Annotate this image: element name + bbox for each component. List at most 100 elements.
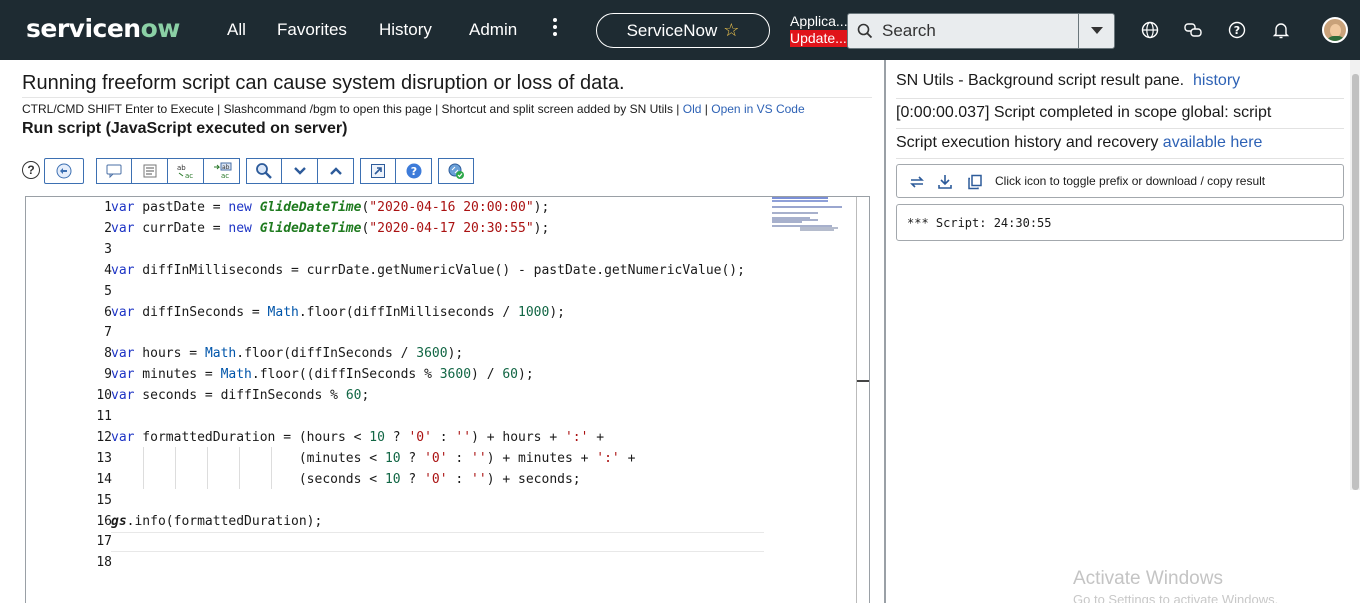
activate-windows-subtitle: Go to Settings to activate Windows.: [1073, 592, 1279, 603]
download-icon[interactable]: [937, 174, 953, 190]
hint-text: CTRL/CMD SHIFT Enter to Execute | Slashc…: [22, 102, 683, 116]
svg-text:?: ?: [1234, 24, 1240, 37]
nav-history[interactable]: History: [379, 20, 432, 40]
line-number: 8: [104, 346, 112, 362]
scroll-thumb[interactable]: [857, 380, 869, 382]
code-line[interactable]: var diffInMilliseconds = currDate.getNum…: [111, 263, 745, 278]
fold-button[interactable]: [282, 158, 318, 184]
result-pane-title: SN Utils - Background script result pane…: [896, 72, 1241, 89]
line-number: 12: [96, 429, 112, 445]
nav-favorites[interactable]: Favorites: [277, 20, 347, 40]
svg-text:ac: ac: [185, 172, 193, 180]
script-editor-pane: Running freeform script can cause system…: [0, 60, 884, 603]
line-number: 7: [104, 325, 112, 341]
code-line[interactable]: var currDate = new GlideDateTime("2020-0…: [111, 221, 549, 236]
history-link[interactable]: history: [1193, 72, 1240, 89]
result-scrollbar[interactable]: [1350, 60, 1360, 490]
toggle-instructions: Click icon to toggle prefix or download …: [995, 174, 1266, 188]
more-menu-icon[interactable]: [550, 18, 560, 39]
hint-separator: |: [701, 102, 712, 116]
bell-icon[interactable]: [1271, 20, 1291, 40]
code-line[interactable]: gs.info(formattedDuration);: [111, 514, 322, 529]
line-number: 4: [104, 262, 112, 278]
line-number: 16: [96, 513, 112, 529]
top-navigation-bar: servicenow All Favorites History Admin S…: [0, 0, 1360, 60]
application-picker[interactable]: Applica... Update...: [790, 13, 848, 47]
line-number: 3: [104, 241, 112, 257]
format-code-button[interactable]: [132, 158, 168, 184]
result-output-box: *** Script: 24:30:55: [896, 204, 1344, 241]
svg-text:?: ?: [410, 165, 416, 178]
star-icon[interactable]: ☆: [723, 20, 739, 41]
line-number: 10: [96, 388, 112, 404]
code-line[interactable]: (minutes < 10 ? '0' : '') + minutes + ':…: [111, 451, 636, 466]
divider: [22, 97, 872, 98]
code-line[interactable]: var formattedDuration = (hours < 10 ? '0…: [111, 430, 604, 445]
chevron-down-icon[interactable]: [1078, 14, 1114, 48]
code-line[interactable]: var diffInSeconds = Math.floor(diffInMil…: [111, 305, 565, 320]
activate-windows-title: Activate Windows: [1073, 568, 1223, 589]
code-line[interactable]: var minutes = Math.floor((diffInSeconds …: [111, 367, 534, 382]
result-scroll-thumb[interactable]: [1352, 74, 1359, 490]
chat-icon[interactable]: [1183, 20, 1203, 40]
line-number: 15: [96, 492, 112, 508]
toggle-prefix-icon[interactable]: [909, 174, 925, 190]
search-button[interactable]: [246, 158, 282, 184]
svg-text:ab: ab: [177, 164, 186, 172]
available-here-link[interactable]: available here: [1163, 134, 1263, 151]
update-set-badge[interactable]: Update...: [790, 30, 848, 47]
line-number: 17: [96, 534, 112, 550]
old-link[interactable]: Old: [683, 102, 702, 116]
script-result: *** Script: 24:30:55: [907, 216, 1052, 230]
nav-admin[interactable]: Admin: [469, 20, 517, 40]
help-button[interactable]: ?: [396, 158, 432, 184]
shortcut-hint: CTRL/CMD SHIFT Enter to Execute | Slashc…: [22, 102, 805, 116]
active-line-highlight: [111, 532, 764, 552]
scope-pill[interactable]: ServiceNow ☆: [596, 13, 770, 48]
code-line[interactable]: (seconds < 10 ? '0' : '') + seconds;: [111, 472, 581, 487]
line-number: 1: [104, 200, 112, 215]
code-minimap[interactable]: [772, 197, 844, 233]
comment-button[interactable]: [96, 158, 132, 184]
search-icon: [848, 23, 882, 39]
open-external-button[interactable]: [360, 158, 396, 184]
replace-all-button[interactable]: ab ac: [204, 158, 240, 184]
globe-icon[interactable]: [1140, 20, 1160, 40]
line-number: 6: [104, 304, 112, 320]
completion-status: [0:00:00.037] Script completed in scope …: [896, 104, 1272, 121]
code-line[interactable]: var pastDate = new GlideDateTime("2020-0…: [111, 200, 549, 215]
svg-text:ab: ab: [222, 164, 230, 171]
line-number: 9: [104, 367, 112, 383]
scope-label: ServiceNow: [626, 20, 718, 40]
line-number: 14: [96, 471, 112, 487]
servicenow-logo[interactable]: servicenow: [26, 14, 180, 43]
run-script-button[interactable]: [438, 158, 474, 184]
application-name: Applica...: [790, 13, 848, 29]
result-actions-bar: Click icon to toggle prefix or download …: [896, 164, 1344, 198]
help-icon[interactable]: ?: [1227, 20, 1247, 40]
help-icon[interactable]: ?: [22, 161, 40, 179]
line-number: 11: [96, 409, 112, 424]
line-number: 13: [96, 450, 112, 466]
code-line[interactable]: var hours = Math.floor(diffInSeconds / 3…: [111, 346, 463, 361]
replace-button[interactable]: ab ac: [168, 158, 204, 184]
editor-scrollbar[interactable]: [856, 197, 869, 603]
line-number: 2: [104, 220, 112, 236]
svg-text:ac: ac: [221, 172, 229, 180]
toggle-fullscreen-button[interactable]: [44, 158, 84, 184]
result-pane: SN Utils - Background script result pane…: [886, 60, 1360, 603]
warning-message: Running freeform script can cause system…: [22, 72, 625, 94]
line-number: 18: [96, 555, 112, 571]
code-line[interactable]: var seconds = diffInSeconds % 60;: [111, 388, 369, 403]
run-script-label: Run script (JavaScript executed on serve…: [22, 120, 348, 137]
global-search[interactable]: Search: [847, 13, 1115, 49]
recovery-text: Script execution history and recovery av…: [896, 134, 1263, 151]
search-input[interactable]: Search: [882, 21, 1078, 41]
nav-all[interactable]: All: [227, 20, 246, 40]
user-avatar[interactable]: [1322, 17, 1348, 43]
code-editor[interactable]: 1 2 3 4 5 6 7 8 9 10 11 12 13 14 15 16 17 18 var pastDate…: [25, 196, 870, 603]
unfold-button[interactable]: [318, 158, 354, 184]
line-number: 5: [104, 283, 112, 299]
copy-icon[interactable]: [967, 174, 983, 190]
open-in-vscode-link[interactable]: Open in VS Code: [711, 102, 804, 116]
